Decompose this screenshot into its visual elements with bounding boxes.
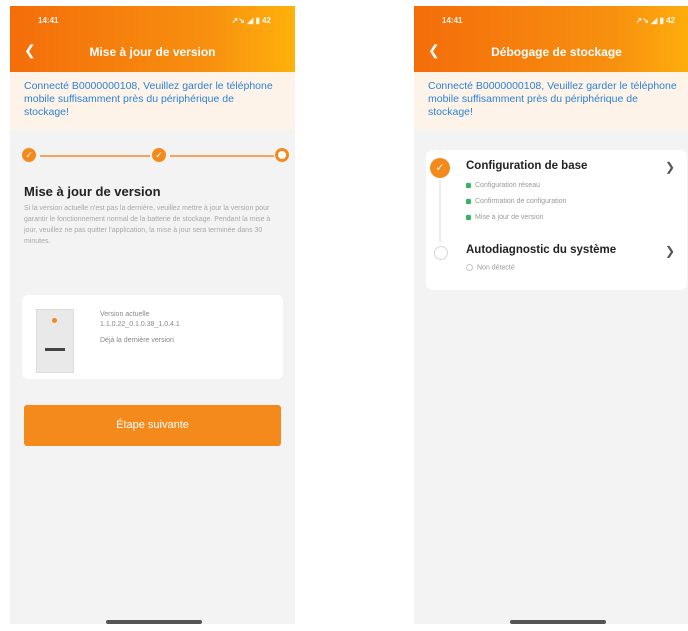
debug-steps-panel: ✓ Configuration de base ❯ Configuration …: [426, 150, 687, 290]
section-title: Mise à jour de version: [24, 184, 161, 199]
network-icons: ↗↘ ◢ ▮: [231, 16, 260, 25]
status-time: 14:41: [442, 16, 463, 25]
device-led-icon: [52, 318, 57, 323]
sub-item-version-update: Mise à jour de version: [466, 214, 543, 221]
pending-status-icon: [466, 264, 473, 271]
home-indicator[interactable]: [510, 620, 606, 624]
home-indicator[interactable]: [106, 620, 202, 624]
storage-device-image: [36, 309, 74, 373]
sub-item-network-config: Configuration réseau: [466, 182, 540, 189]
version-label: Version actuelle: [100, 311, 150, 318]
done-status-icon: [466, 214, 471, 220]
timeline-line: [439, 180, 441, 242]
section-description: Si la version actuelle n'est pas la dern…: [24, 205, 271, 245]
sub-item-config-confirm: Confirmation de configuration: [466, 198, 566, 205]
pending-circle-icon: [434, 246, 448, 260]
device-bar-icon: [45, 348, 65, 351]
done-status-icon: [466, 182, 471, 188]
next-step-button[interactable]: Étape suivante: [24, 405, 281, 446]
device-card: Version actuelle 1.1.0.22_0.1.0.38_1.0.4…: [22, 295, 283, 379]
phone-screen-version-update: 14:41 ↗↘ ◢ ▮ 42 ❮ Mise à jour de version…: [10, 6, 295, 624]
status-time: 14:41: [38, 16, 59, 25]
progress-stepper: ✓ ✓: [10, 140, 295, 178]
step-connector: [40, 155, 150, 157]
phone-screen-storage-debug: 14:41 ↗↘ ◢ ▮ 42 ❮ Débogage de stockage C…: [414, 6, 688, 624]
battery-level: 42: [666, 16, 675, 25]
header-bar: 14:41 ↗↘ ◢ ▮ 42 ❮ Débogage de stockage: [414, 6, 688, 72]
header-bar: 14:41 ↗↘ ◢ ▮ 42 ❮ Mise à jour de version: [10, 6, 295, 72]
page-title: Débogage de stockage: [491, 45, 622, 59]
done-status-icon: [466, 198, 471, 204]
chevron-right-icon[interactable]: ❯: [665, 160, 675, 174]
step-1-check-icon: ✓: [22, 148, 36, 162]
item-title-basic-config[interactable]: Configuration de base: [466, 160, 587, 172]
step-connector: [170, 155, 274, 157]
latest-version-note: Déjà la dernière version: [100, 337, 174, 344]
status-icons: ↗↘ ◢ ▮ 42: [231, 16, 271, 25]
completed-check-icon: ✓: [430, 158, 450, 178]
step-2-check-icon: ✓: [152, 148, 166, 162]
item-title-self-diagnostic[interactable]: Autodiagnostic du système: [466, 244, 616, 256]
step-3-current-icon: [275, 148, 289, 162]
sub-item-not-detected: Non détecté: [466, 264, 515, 271]
battery-level: 42: [262, 16, 271, 25]
version-value: 1.1.0.22_0.1.0.38_1.0.4.1: [100, 321, 180, 328]
network-icons: ↗↘ ◢ ▮: [635, 16, 664, 25]
status-icons: ↗↘ ◢ ▮ 42: [635, 16, 675, 25]
page-title: Mise à jour de version: [89, 45, 216, 59]
connection-notice: Connecté B0000000108, Veuillez garder le…: [10, 72, 295, 130]
connection-notice: Connecté B0000000108, Veuillez garder le…: [414, 72, 688, 130]
chevron-right-icon[interactable]: ❯: [665, 244, 675, 258]
